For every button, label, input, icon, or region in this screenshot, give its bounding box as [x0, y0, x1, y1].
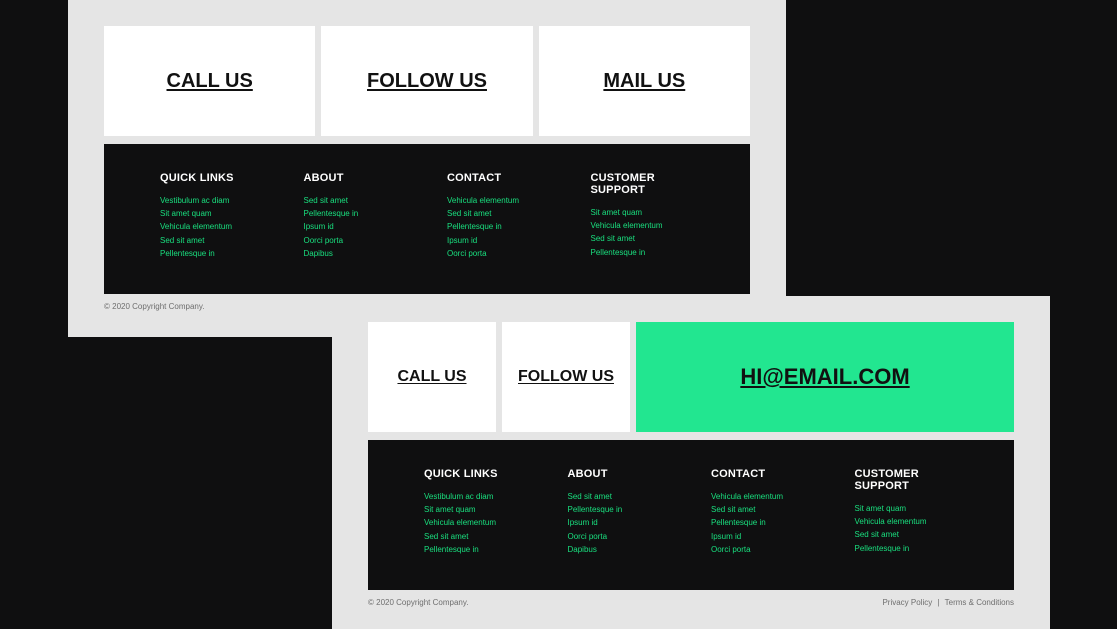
footer-link[interactable]: Oorci porta	[568, 530, 672, 543]
footer-col-quick-links: QUICK LINKS Vestibulum ac diam Sit amet …	[160, 172, 264, 274]
footer-link[interactable]: Pellentesque in	[447, 220, 551, 233]
footer-link[interactable]: Pellentesque in	[424, 543, 528, 556]
footer-link[interactable]: Pellentesque in	[711, 516, 815, 529]
footer-link[interactable]: Ipsum id	[568, 516, 672, 529]
legal-links: Privacy Policy | Terms & Conditions	[882, 598, 1014, 607]
copyright-text: © 2020 Copyright Company.	[368, 598, 468, 607]
footer-nav: QUICK LINKS Vestibulum ac diam Sit amet …	[368, 440, 1014, 590]
cta-card-title: CALL US	[397, 368, 466, 386]
footer-variant-hover: CALL US FOLLOW US HI@EMAIL.COM QUICK LIN…	[332, 296, 1050, 629]
footer-link[interactable]: Ipsum id	[447, 234, 551, 247]
cta-card-title: HI@EMAIL.COM	[740, 364, 909, 390]
footer-col-quick-links: QUICK LINKS Vestibulum ac diam Sit amet …	[424, 468, 528, 570]
footer-link[interactable]: Ipsum id	[711, 530, 815, 543]
footer-col-heading: CONTACT	[711, 468, 815, 480]
footer-col-heading: CUSTOMER SUPPORT	[855, 468, 959, 492]
terms-link[interactable]: Terms & Conditions	[945, 598, 1014, 607]
cta-card-follow[interactable]: FOLLOW US	[321, 26, 532, 136]
footer-col-heading: CONTACT	[447, 172, 551, 184]
footer-link[interactable]: Sed sit amet	[855, 528, 959, 541]
footer-link[interactable]: Vehicula elementum	[160, 220, 264, 233]
footer-link[interactable]: Sed sit amet	[568, 490, 672, 503]
footer-link[interactable]: Vehicula elementum	[711, 490, 815, 503]
footer-link[interactable]: Sed sit amet	[447, 207, 551, 220]
footer-link[interactable]: Pellentesque in	[591, 246, 695, 259]
footer-col-about: ABOUT Sed sit amet Pellentesque in Ipsum…	[568, 468, 672, 570]
footer-link[interactable]: Pellentesque in	[855, 542, 959, 555]
cta-card-title: MAIL US	[603, 70, 685, 93]
copyright-text: © 2020 Copyright Company.	[104, 302, 204, 311]
footer-variant-default: CALL US FOLLOW US MAIL US QUICK LINKS Ve…	[68, 0, 786, 337]
footer-link[interactable]: Pellentesque in	[568, 503, 672, 516]
cta-card-title: FOLLOW US	[367, 70, 487, 93]
footer-link[interactable]: Vestibulum ac diam	[424, 490, 528, 503]
cta-card-mail-hover[interactable]: HI@EMAIL.COM	[636, 322, 1014, 432]
footer-link[interactable]: Vehicula elementum	[447, 194, 551, 207]
separator: |	[937, 598, 939, 607]
footer-col-heading: ABOUT	[568, 468, 672, 480]
footer-link[interactable]: Sit amet quam	[160, 207, 264, 220]
footer-link[interactable]: Sed sit amet	[591, 232, 695, 245]
footer-col-contact: CONTACT Vehicula elementum Sed sit amet …	[447, 172, 551, 274]
footer-link[interactable]: Sed sit amet	[424, 530, 528, 543]
footer-col-support: CUSTOMER SUPPORT Sit amet quam Vehicula …	[591, 172, 695, 274]
privacy-link[interactable]: Privacy Policy	[882, 598, 932, 607]
footer-bottom-bar: © 2020 Copyright Company. Privacy Policy…	[368, 598, 1014, 607]
footer-col-heading: QUICK LINKS	[160, 172, 264, 184]
footer-nav: QUICK LINKS Vestibulum ac diam Sit amet …	[104, 144, 750, 294]
footer-link[interactable]: Vehicula elementum	[855, 515, 959, 528]
footer-col-heading: ABOUT	[304, 172, 408, 184]
cta-card-title: CALL US	[167, 70, 253, 93]
cta-card-row: CALL US FOLLOW US MAIL US	[104, 26, 750, 136]
footer-link[interactable]: Sed sit amet	[304, 194, 408, 207]
footer-col-support: CUSTOMER SUPPORT Sit amet quam Vehicula …	[855, 468, 959, 570]
cta-card-row: CALL US FOLLOW US HI@EMAIL.COM	[368, 322, 1014, 432]
footer-link[interactable]: Vehicula elementum	[591, 219, 695, 232]
footer-link[interactable]: Vestibulum ac diam	[160, 194, 264, 207]
footer-col-heading: CUSTOMER SUPPORT	[591, 172, 695, 196]
footer-link[interactable]: Sed sit amet	[711, 503, 815, 516]
footer-link[interactable]: Pellentesque in	[160, 247, 264, 260]
footer-col-contact: CONTACT Vehicula elementum Sed sit amet …	[711, 468, 815, 570]
footer-link[interactable]: Vehicula elementum	[424, 516, 528, 529]
footer-link[interactable]: Oorci porta	[447, 247, 551, 260]
cta-card-title: FOLLOW US	[518, 368, 614, 386]
footer-col-heading: QUICK LINKS	[424, 468, 528, 480]
footer-link[interactable]: Sit amet quam	[591, 206, 695, 219]
footer-link[interactable]: Dapibus	[304, 247, 408, 260]
footer-col-about: ABOUT Sed sit amet Pellentesque in Ipsum…	[304, 172, 408, 274]
cta-card-mail[interactable]: MAIL US	[539, 26, 750, 136]
cta-card-call[interactable]: CALL US	[368, 322, 496, 432]
footer-link[interactable]: Ipsum id	[304, 220, 408, 233]
footer-link[interactable]: Sed sit amet	[160, 234, 264, 247]
footer-link[interactable]: Dapibus	[568, 543, 672, 556]
cta-card-call[interactable]: CALL US	[104, 26, 315, 136]
footer-link[interactable]: Sit amet quam	[855, 502, 959, 515]
footer-link[interactable]: Oorci porta	[304, 234, 408, 247]
footer-link[interactable]: Pellentesque in	[304, 207, 408, 220]
footer-link[interactable]: Oorci porta	[711, 543, 815, 556]
footer-link[interactable]: Sit amet quam	[424, 503, 528, 516]
cta-card-follow[interactable]: FOLLOW US	[502, 322, 630, 432]
